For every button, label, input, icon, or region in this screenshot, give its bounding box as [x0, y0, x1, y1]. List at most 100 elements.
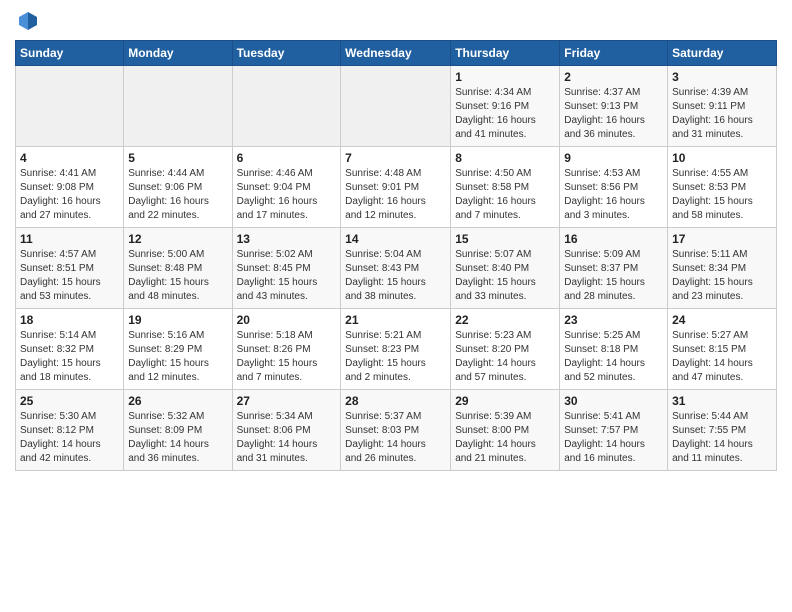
day-number: 8 — [455, 151, 555, 165]
week-row-5: 25 Sunrise: 5:30 AM Sunset: 8:12 PM Dayli… — [16, 390, 777, 471]
logo-flag-icon — [17, 10, 39, 32]
day-info: Sunrise: 5:30 AM Sunset: 8:12 PM Dayligh… — [20, 410, 119, 466]
day-number: 19 — [128, 313, 227, 327]
day-info: Sunrise: 5:09 AM Sunset: 8:37 PM Dayligh… — [564, 248, 663, 304]
day-number: 18 — [20, 313, 119, 327]
header — [15, 10, 777, 32]
day-info: Sunrise: 5:41 AM Sunset: 7:57 PM Dayligh… — [564, 410, 663, 466]
calendar-cell: 27 Sunrise: 5:34 AM Sunset: 8:06 PM Dayli… — [232, 390, 341, 471]
week-row-2: 4Sunrise: 4:41 AM Sunset: 9:08 PM Daylig… — [16, 147, 777, 228]
calendar-cell: 30Sunrise: 5:41 AM Sunset: 7:57 PM Dayli… — [560, 390, 668, 471]
day-number: 4 — [20, 151, 119, 165]
weekday-monday: Monday — [124, 41, 232, 66]
calendar-cell: 9Sunrise: 4:53 AM Sunset: 8:56 PM Daylig… — [560, 147, 668, 228]
day-info: Sunrise: 5:34 AM Sunset: 8:06 PM Dayligh… — [237, 410, 337, 466]
calendar-cell: 12Sunrise: 5:00 AM Sunset: 8:48 PM Dayli… — [124, 228, 232, 309]
calendar-cell: 16 Sunrise: 5:09 AM Sunset: 8:37 PM Dayli… — [560, 228, 668, 309]
weekday-friday: Friday — [560, 41, 668, 66]
day-number: 5 — [128, 151, 227, 165]
calendar-cell: 24Sunrise: 5:27 AM Sunset: 8:15 PM Dayli… — [668, 309, 777, 390]
day-number: 21 — [345, 313, 446, 327]
day-info: Sunrise: 5:37 AM Sunset: 8:03 PM Dayligh… — [345, 410, 446, 466]
day-info: Sunrise: 5:04 AM Sunset: 8:43 PM Dayligh… — [345, 248, 446, 304]
day-info: Sunrise: 5:18 AM Sunset: 8:26 PM Dayligh… — [237, 329, 337, 385]
day-info: Sunrise: 4:53 AM Sunset: 8:56 PM Dayligh… — [564, 167, 663, 223]
calendar-cell: 3Sunrise: 4:39 AM Sunset: 9:11 PM Daylig… — [668, 66, 777, 147]
day-info: Sunrise: 5:02 AM Sunset: 8:45 PM Dayligh… — [237, 248, 337, 304]
calendar-cell: 22 Sunrise: 5:23 AM Sunset: 8:20 PM Dayli… — [451, 309, 560, 390]
calendar-cell — [232, 66, 341, 147]
calendar-table: SundayMondayTuesdayWednesdayThursdayFrid… — [15, 40, 777, 471]
day-info: Sunrise: 4:46 AM Sunset: 9:04 PM Dayligh… — [237, 167, 337, 223]
calendar-cell: 26Sunrise: 5:32 AM Sunset: 8:09 PM Dayli… — [124, 390, 232, 471]
calendar-cell: 15 Sunrise: 5:07 AM Sunset: 8:40 PM Dayli… — [451, 228, 560, 309]
calendar-cell: 8 Sunrise: 4:50 AM Sunset: 8:58 PM Daylig… — [451, 147, 560, 228]
calendar-cell: 5Sunrise: 4:44 AM Sunset: 9:06 PM Daylig… — [124, 147, 232, 228]
day-number: 17 — [672, 232, 772, 246]
calendar-cell: 7Sunrise: 4:48 AM Sunset: 9:01 PM Daylig… — [341, 147, 451, 228]
day-number: 15 — [455, 232, 555, 246]
day-number: 16 — [564, 232, 663, 246]
page: SundayMondayTuesdayWednesdayThursdayFrid… — [0, 0, 792, 481]
day-number: 13 — [237, 232, 337, 246]
day-number: 25 — [20, 394, 119, 408]
day-number: 20 — [237, 313, 337, 327]
calendar-cell: 20 Sunrise: 5:18 AM Sunset: 8:26 PM Dayli… — [232, 309, 341, 390]
calendar-cell — [16, 66, 124, 147]
day-number: 24 — [672, 313, 772, 327]
day-info: Sunrise: 4:39 AM Sunset: 9:11 PM Dayligh… — [672, 86, 772, 142]
weekday-header-row: SundayMondayTuesdayWednesdayThursdayFrid… — [16, 41, 777, 66]
calendar-cell: 31 Sunrise: 5:44 AM Sunset: 7:55 PM Dayli… — [668, 390, 777, 471]
weekday-sunday: Sunday — [16, 41, 124, 66]
calendar-cell — [124, 66, 232, 147]
day-info: Sunrise: 5:07 AM Sunset: 8:40 PM Dayligh… — [455, 248, 555, 304]
day-info: Sunrise: 4:34 AM Sunset: 9:16 PM Dayligh… — [455, 86, 555, 142]
day-number: 2 — [564, 70, 663, 84]
calendar-cell: 1 Sunrise: 4:34 AM Sunset: 9:16 PM Daylig… — [451, 66, 560, 147]
calendar-cell: 6Sunrise: 4:46 AM Sunset: 9:04 PM Daylig… — [232, 147, 341, 228]
day-number: 31 — [672, 394, 772, 408]
calendar-cell: 2 Sunrise: 4:37 AM Sunset: 9:13 PM Daylig… — [560, 66, 668, 147]
day-number: 10 — [672, 151, 772, 165]
day-number: 7 — [345, 151, 446, 165]
day-info: Sunrise: 4:57 AM Sunset: 8:51 PM Dayligh… — [20, 248, 119, 304]
calendar-cell: 18 Sunrise: 5:14 AM Sunset: 8:32 PM Dayli… — [16, 309, 124, 390]
calendar-cell — [341, 66, 451, 147]
day-info: Sunrise: 4:50 AM Sunset: 8:58 PM Dayligh… — [455, 167, 555, 223]
calendar-cell: 25 Sunrise: 5:30 AM Sunset: 8:12 PM Dayli… — [16, 390, 124, 471]
day-info: Sunrise: 5:11 AM Sunset: 8:34 PM Dayligh… — [672, 248, 772, 304]
day-info: Sunrise: 4:37 AM Sunset: 9:13 PM Dayligh… — [564, 86, 663, 142]
calendar-cell: 10 Sunrise: 4:55 AM Sunset: 8:53 PM Dayli… — [668, 147, 777, 228]
day-info: Sunrise: 5:14 AM Sunset: 8:32 PM Dayligh… — [20, 329, 119, 385]
day-number: 14 — [345, 232, 446, 246]
day-info: Sunrise: 5:21 AM Sunset: 8:23 PM Dayligh… — [345, 329, 446, 385]
weekday-tuesday: Tuesday — [232, 41, 341, 66]
day-number: 22 — [455, 313, 555, 327]
calendar-cell: 23Sunrise: 5:25 AM Sunset: 8:18 PM Dayli… — [560, 309, 668, 390]
day-number: 12 — [128, 232, 227, 246]
week-row-4: 18 Sunrise: 5:14 AM Sunset: 8:32 PM Dayli… — [16, 309, 777, 390]
day-info: Sunrise: 5:23 AM Sunset: 8:20 PM Dayligh… — [455, 329, 555, 385]
day-number: 11 — [20, 232, 119, 246]
weekday-wednesday: Wednesday — [341, 41, 451, 66]
calendar-cell: 21 Sunrise: 5:21 AM Sunset: 8:23 PM Dayli… — [341, 309, 451, 390]
day-info: Sunrise: 5:44 AM Sunset: 7:55 PM Dayligh… — [672, 410, 772, 466]
day-info: Sunrise: 5:39 AM Sunset: 8:00 PM Dayligh… — [455, 410, 555, 466]
day-number: 1 — [455, 70, 555, 84]
day-info: Sunrise: 5:25 AM Sunset: 8:18 PM Dayligh… — [564, 329, 663, 385]
week-row-1: 1 Sunrise: 4:34 AM Sunset: 9:16 PM Daylig… — [16, 66, 777, 147]
day-info: Sunrise: 5:32 AM Sunset: 8:09 PM Dayligh… — [128, 410, 227, 466]
calendar-cell: 29Sunrise: 5:39 AM Sunset: 8:00 PM Dayli… — [451, 390, 560, 471]
day-number: 27 — [237, 394, 337, 408]
day-number: 28 — [345, 394, 446, 408]
calendar-cell: 19Sunrise: 5:16 AM Sunset: 8:29 PM Dayli… — [124, 309, 232, 390]
calendar-cell: 13 Sunrise: 5:02 AM Sunset: 8:45 PM Dayli… — [232, 228, 341, 309]
week-row-3: 11 Sunrise: 4:57 AM Sunset: 8:51 PM Dayli… — [16, 228, 777, 309]
calendar-cell: 14 Sunrise: 5:04 AM Sunset: 8:43 PM Dayli… — [341, 228, 451, 309]
calendar-cell: 28 Sunrise: 5:37 AM Sunset: 8:03 PM Dayli… — [341, 390, 451, 471]
logo — [15, 10, 39, 32]
calendar-cell: 4Sunrise: 4:41 AM Sunset: 9:08 PM Daylig… — [16, 147, 124, 228]
day-info: Sunrise: 4:55 AM Sunset: 8:53 PM Dayligh… — [672, 167, 772, 223]
calendar-cell: 11 Sunrise: 4:57 AM Sunset: 8:51 PM Dayli… — [16, 228, 124, 309]
calendar-cell: 17 Sunrise: 5:11 AM Sunset: 8:34 PM Dayli… — [668, 228, 777, 309]
